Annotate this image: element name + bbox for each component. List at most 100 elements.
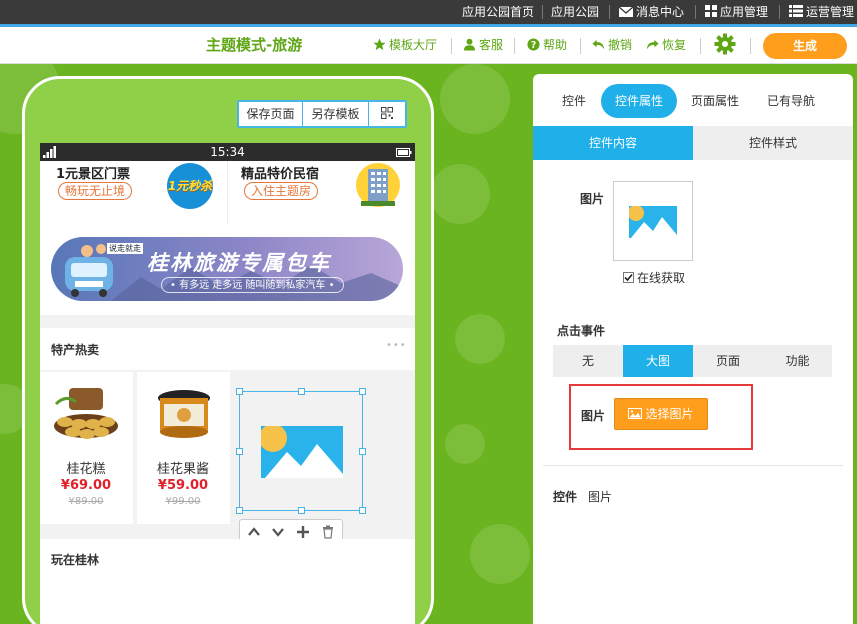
- tab-widgets[interactable]: 控件: [553, 84, 595, 118]
- resize-handle[interactable]: [236, 507, 243, 514]
- subtab-widget-content[interactable]: 控件内容: [533, 126, 693, 160]
- bg-bubble: [455, 314, 505, 364]
- online-fetch-label: 在线获取: [637, 271, 686, 285]
- nav-link-app-manage[interactable]: 应用管理: [705, 0, 768, 24]
- banner-badge: 说走就走: [107, 243, 143, 254]
- selected-image-widget[interactable]: [236, 388, 366, 514]
- nav-divider: [542, 5, 543, 19]
- generate-button[interactable]: 生成: [763, 33, 847, 59]
- tab-widget-properties[interactable]: 控件属性: [601, 84, 677, 118]
- phone-screen: 15:34 1元景区门票 畅玩无止境 1元秒杀 精品特价民宿 入住主题房 说走就…: [40, 143, 415, 624]
- promo-title: 1元景区门票: [56, 167, 131, 182]
- nav-operations-label: 运营管理: [806, 5, 855, 19]
- online-fetch-checkbox[interactable]: 在线获取: [623, 269, 685, 286]
- section-title: 特产热卖: [51, 343, 100, 357]
- svg-text:?: ?: [531, 40, 536, 51]
- service-button[interactable]: 客服: [463, 27, 503, 64]
- subtab-widget-style[interactable]: 控件样式: [693, 126, 853, 160]
- flash-sale-badge: 1元秒杀: [162, 163, 218, 209]
- resize-handle[interactable]: [359, 448, 366, 455]
- click-event-label: 点击事件: [557, 324, 606, 338]
- hotel-building-icon: [356, 163, 400, 207]
- more-icon[interactable]: •••: [386, 340, 407, 351]
- bg-bubble: [445, 424, 485, 464]
- grid-icon: [705, 5, 717, 17]
- section-play-in-guilin: 玩在桂林: [40, 539, 415, 624]
- add-icon[interactable]: [296, 525, 310, 539]
- product-original-price: ¥99.00: [165, 496, 201, 507]
- settings-button[interactable]: [714, 27, 736, 64]
- help-icon: ?: [527, 38, 540, 51]
- image-placeholder-icon: [629, 206, 677, 238]
- product-card[interactable]: 桂花糕 ¥69.00 ¥89.00: [40, 372, 133, 524]
- osmanthus-jam-image: [158, 390, 210, 438]
- widget-type-label: 控件: [553, 490, 578, 504]
- nav-divider: [695, 5, 696, 19]
- event-option-page[interactable]: 页面: [693, 345, 763, 377]
- service-label: 客服: [479, 38, 504, 52]
- undo-label: 撤销: [608, 38, 633, 52]
- nav-link-messages[interactable]: 消息中心: [618, 0, 685, 24]
- product-card[interactable]: 桂花果酱 ¥59.00 ¥99.00: [137, 372, 230, 524]
- toolbar-divider: [750, 38, 751, 54]
- charter-car-banner[interactable]: 说走就走 桂林旅游专属包车 • 有多远 走多远 随叫随到私家汽车 •: [51, 237, 403, 301]
- resize-handle[interactable]: [236, 388, 243, 395]
- redo-icon: [646, 39, 659, 50]
- tab-existing-nav[interactable]: 已有导航: [759, 84, 823, 118]
- flash-sale-text: 1元秒杀: [167, 179, 213, 193]
- nav-link-home[interactable]: 应用公园首页: [462, 0, 534, 24]
- phone-action-bar: 保存页面 另存模板: [237, 100, 407, 128]
- delete-icon[interactable]: [321, 525, 335, 539]
- template-hall-button[interactable]: 模板大厅: [373, 27, 437, 64]
- event-option-large-image[interactable]: 大图: [623, 345, 693, 377]
- toolbar-divider: [580, 38, 581, 54]
- promo-divider: [227, 161, 228, 223]
- qr-code-icon: [381, 107, 393, 119]
- event-option-function[interactable]: 功能: [763, 345, 832, 377]
- product-price: ¥59.00: [157, 478, 209, 493]
- section-title: 玩在桂林: [51, 553, 100, 567]
- image-label: 图片: [580, 192, 605, 206]
- image-label: 图片: [581, 409, 606, 423]
- resize-handle[interactable]: [298, 388, 305, 395]
- tab-page-properties[interactable]: 页面属性: [683, 84, 747, 118]
- nav-divider: [779, 5, 780, 19]
- event-option-none[interactable]: 无: [553, 345, 623, 377]
- panel-divider: [543, 465, 843, 466]
- battery-icon: [396, 148, 412, 157]
- toolbar-divider: [700, 38, 701, 54]
- redo-button[interactable]: 恢复: [646, 27, 686, 64]
- mail-icon: [618, 6, 634, 17]
- resize-handle[interactable]: [298, 507, 305, 514]
- save-as-template-button[interactable]: 另存模板: [303, 102, 369, 126]
- star-icon: [373, 38, 386, 51]
- nav-messages-label: 消息中心: [636, 5, 685, 19]
- resize-handle[interactable]: [359, 388, 366, 395]
- nav-divider: [609, 5, 610, 19]
- image-preview[interactable]: [613, 181, 693, 261]
- property-panel: 控件 控件属性 页面属性 已有导航 控件内容 控件样式 图片 在线获取 点击事件…: [533, 74, 853, 624]
- help-label: 帮助: [543, 38, 568, 52]
- resize-handle[interactable]: [359, 507, 366, 514]
- product-name: 桂花果酱: [156, 462, 209, 477]
- nav-link-operations[interactable]: 运营管理: [789, 0, 854, 24]
- list-icon: [789, 5, 803, 17]
- move-up-icon[interactable]: [247, 525, 261, 539]
- help-button[interactable]: ? 帮助: [527, 27, 567, 64]
- move-down-icon[interactable]: [271, 525, 285, 539]
- resize-handle[interactable]: [236, 448, 243, 455]
- page-title: 主题模式-旅游: [206, 36, 303, 54]
- choose-image-button[interactable]: 选择图片: [614, 398, 708, 430]
- banner-title: 桂林旅游专属包车: [147, 251, 331, 275]
- image-placeholder-icon: [261, 426, 343, 478]
- nav-link-app-park[interactable]: 应用公园: [551, 0, 599, 24]
- choose-image-label: 选择图片: [645, 407, 694, 421]
- save-page-button[interactable]: 保存页面: [239, 102, 303, 126]
- click-event-selector: 无 大图 页面 功能: [553, 345, 832, 377]
- toolbar-divider: [514, 38, 515, 54]
- qr-code-button[interactable]: [369, 102, 405, 126]
- undo-button[interactable]: 撤销: [592, 27, 632, 64]
- product-name: 桂花糕: [66, 462, 106, 477]
- status-bar: 15:34: [40, 143, 415, 161]
- bg-bubble: [440, 64, 510, 134]
